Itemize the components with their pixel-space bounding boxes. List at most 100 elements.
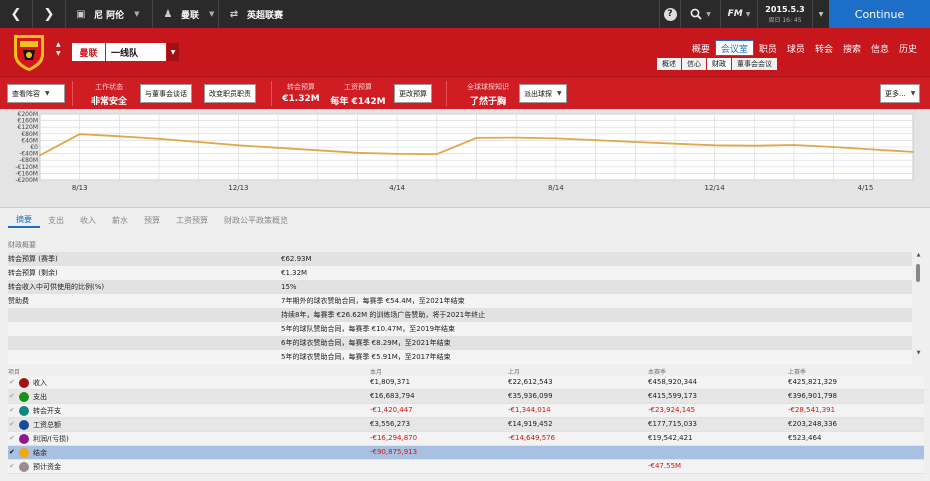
checkmark-icon[interactable]: ✔: [9, 448, 15, 456]
chevron-down-icon: ▼: [557, 90, 562, 97]
finance-row-name: 转会开支: [33, 407, 61, 415]
club-tab-6[interactable]: 信息: [866, 40, 894, 56]
more-label: 更多...: [885, 89, 906, 98]
club-subtab-0[interactable]: 概述: [657, 58, 681, 70]
scrollbar-thumb[interactable]: [916, 264, 920, 282]
finance-tab-3[interactable]: 薪水: [104, 213, 136, 228]
club-crest-icon[interactable]: [10, 32, 48, 72]
finance-row-name: 利润/(亏损): [33, 435, 69, 443]
chevron-up-icon[interactable]: ▲: [56, 40, 61, 49]
summary-row: 转会预算 (赛季) €62.93M: [8, 252, 912, 266]
fm-logo: FM: [727, 9, 743, 19]
finance-row[interactable]: ✔ 预计资金 -€47.55M: [8, 460, 924, 474]
finance-cell: €458,920,344: [648, 378, 697, 386]
finance-table: 项目 本月 上月 本赛季 上赛季 ✔ 收入 €1,809,371 €22,612,543 €45…: [8, 367, 924, 474]
club-tab-7[interactable]: 历史: [894, 40, 922, 56]
checkmark-icon[interactable]: ✔: [9, 392, 15, 400]
top-bar: ❮ ❯ ▣ 尼 阿伦 ▼ ♟ 曼联 ▼ ⇄ 英超联赛 ? ▼ FM ▼ 2015…: [0, 0, 930, 28]
checkmark-icon[interactable]: ✔: [9, 434, 15, 442]
chart-point: [872, 148, 875, 151]
club-menu[interactable]: ♟ 曼联 ▼: [153, 0, 219, 28]
scout-knowledge-label: 全球球探知识: [467, 83, 509, 91]
fm-menu[interactable]: FM ▼: [721, 0, 758, 28]
finance-header-4[interactable]: 上赛季: [788, 367, 806, 376]
chevron-down-icon[interactable]: ▼: [56, 49, 61, 58]
finance-row[interactable]: ✔ 收入 €1,809,371 €22,612,543 €458,920,344 €425…: [8, 376, 924, 390]
divider: [72, 81, 73, 106]
series-color-dot: [19, 448, 29, 458]
chart-x-tick-label: 8/14: [548, 184, 564, 192]
view-lineup-label: 查看阵容: [12, 89, 40, 98]
club-switch-arrows[interactable]: ▲ ▼: [56, 40, 61, 58]
chevron-down-icon[interactable]: ▼: [914, 350, 923, 356]
summary-scrollbar[interactable]: ▲ ▼: [914, 252, 923, 356]
checkmark-icon[interactable]: ✔: [9, 420, 15, 428]
finance-row-name: 收入: [33, 379, 47, 387]
finance-header-3[interactable]: 本赛季: [648, 367, 666, 376]
more-button[interactable]: 更多... ▼: [880, 84, 921, 103]
finance-tab-5[interactable]: 工资预算: [168, 213, 216, 228]
club-subtab-3[interactable]: 董事会会议: [732, 58, 777, 70]
transfer-arrows-icon: ⇄: [229, 8, 239, 20]
summary-row: 赞助费 7年期外的球衣赞助合同，每赛季 €54.4M，至2021年结束: [8, 294, 912, 308]
finance-header-0[interactable]: 项目: [8, 367, 20, 376]
back-button[interactable]: ❮: [0, 0, 33, 28]
chart-point: [634, 141, 637, 143]
checkmark-icon[interactable]: ✔: [9, 406, 15, 414]
chevron-down-icon[interactable]: ▼: [167, 43, 179, 61]
continue-button[interactable]: Continue: [829, 0, 930, 28]
finance-header-1[interactable]: 本月: [370, 367, 382, 376]
finance-row[interactable]: ✔ 工资总额 €3,556,273 €14,919,452 €177,715,033 €2…: [8, 418, 924, 432]
finance-tab-6[interactable]: 财政公平政策概览: [216, 213, 296, 228]
talk-board-button[interactable]: 与董事会谈话: [140, 84, 192, 103]
finance-table-body: ✔ 收入 €1,809,371 €22,612,543 €458,920,344 €425…: [8, 376, 924, 474]
manager-menu[interactable]: ▣ 尼 阿伦 ▼: [66, 0, 153, 28]
finance-tab-2[interactable]: 收入: [72, 213, 104, 228]
squad-selector[interactable]: 一线队: [106, 43, 166, 61]
view-lineup-button[interactable]: 查看阵容 ▼: [7, 84, 65, 103]
finance-tab-0[interactable]: 摘要: [8, 213, 40, 228]
club-tab-3[interactable]: 球员: [782, 40, 810, 56]
chevron-up-icon[interactable]: ▲: [914, 252, 923, 258]
chevron-down-icon: ▼: [45, 90, 50, 97]
club-tab-4[interactable]: 转会: [810, 40, 838, 56]
competition-menu[interactable]: ⇄ 英超联赛: [219, 0, 319, 28]
change-budget-button[interactable]: 更改预算: [394, 84, 432, 103]
finance-row[interactable]: ✔ 利润/(亏损) -€16,294,870 -€14,649,576 €19,542,…: [8, 432, 924, 446]
help-button[interactable]: ?: [659, 0, 681, 28]
scout-knowledge-value: 了然于胸: [469, 97, 506, 107]
summary-value: 5年的球衣赞助合同，每赛季 €5.91M，至2017年结束: [281, 353, 451, 361]
finance-header-2[interactable]: 上月: [508, 367, 520, 376]
club-subtab-1[interactable]: 信心: [682, 58, 706, 70]
finance-tab-4[interactable]: 预算: [136, 213, 168, 228]
wage-budget-label: 工资预算: [344, 83, 372, 91]
finance-tab-1[interactable]: 支出: [40, 213, 72, 228]
finance-cell: €35,936,099: [508, 392, 553, 400]
chart-point: [594, 139, 597, 141]
club-name: 曼联: [181, 10, 200, 21]
scout-knowledge: 全球球探知识 了然于胸: [455, 82, 521, 107]
club-name-button[interactable]: 曼联: [72, 43, 105, 61]
chart-point: [554, 137, 557, 140]
club-tab-1[interactable]: 会议室: [714, 40, 754, 56]
search-button[interactable]: ▼: [681, 0, 721, 28]
checkmark-icon[interactable]: ✔: [9, 378, 15, 386]
checkmark-icon[interactable]: ✔: [9, 462, 15, 470]
date-text: 2015.5.3: [765, 4, 805, 14]
finance-row[interactable]: ✔ 支出 €16,683,794 €35,936,099 €415,599,173 €39…: [8, 390, 924, 404]
forward-button[interactable]: ❯: [33, 0, 66, 28]
chart-point: [39, 154, 41, 157]
calendar-dropdown[interactable]: ▼: [813, 0, 829, 28]
send-scout-button[interactable]: 派出球探 ▼: [519, 84, 567, 103]
summary-row: 转会预算 (剩余) €1.32M: [8, 266, 912, 280]
finance-row[interactable]: ✔ 结余 -€90,875,913: [8, 446, 924, 460]
finance-row-name: 预计资金: [33, 463, 61, 471]
club-tab-2[interactable]: 职员: [754, 40, 782, 56]
change-staff-button[interactable]: 改变职员职责: [204, 84, 256, 103]
finance-row[interactable]: ✔ 转会开支 -€1,420,447 -€1,344,014 -€23,924,145 -…: [8, 404, 924, 418]
club-tab-5[interactable]: 搜索: [838, 40, 866, 56]
game-date: 2015.5.3 周日 16: 45: [758, 0, 813, 28]
club-tab-0[interactable]: 概要: [687, 40, 715, 56]
club-subtab-2[interactable]: 财政: [707, 58, 731, 70]
finance-cell: €14,919,452: [508, 420, 553, 428]
